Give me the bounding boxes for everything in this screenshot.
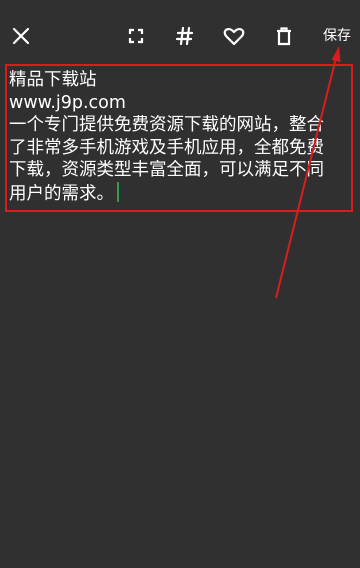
save-button[interactable]: 保存 [318,24,356,48]
close-icon[interactable] [7,22,35,50]
trash-icon[interactable] [270,22,298,50]
top-toolbar: 保存 [0,0,360,70]
hashtag-icon[interactable] [171,22,199,50]
fullscreen-icon[interactable] [122,22,150,50]
note-editor-screen: 保存 精品下载站 www.j9p.com 一个专门提供免费资源下载的网站，整合 … [0,0,360,568]
heart-icon[interactable] [220,22,248,50]
annotation-highlight-box [5,64,353,212]
